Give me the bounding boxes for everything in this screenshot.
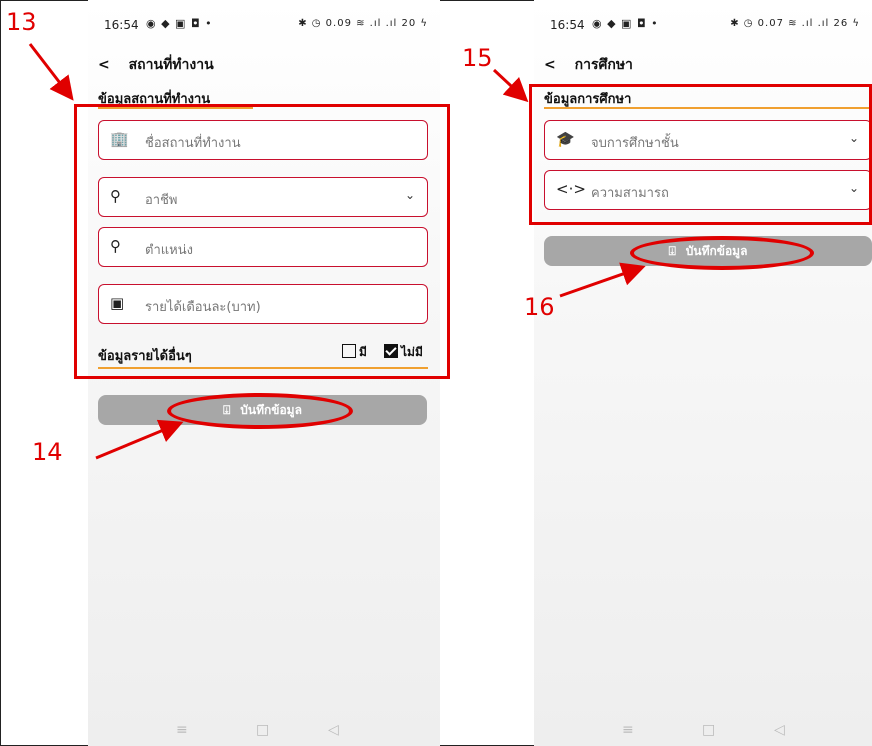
annotation-number-15: 15 (462, 44, 493, 72)
notification-icons: ◉ ◆ ▣ ◘ • (146, 17, 213, 30)
back-icon[interactable]: < (544, 57, 556, 73)
status-bar: 16:54 ◉ ◆ ▣ ◘ • ✱ ◷ 0.09 ≋ .ıl .ıl 20 ϟ (88, 17, 440, 35)
menu-icon[interactable]: ≡ (622, 722, 634, 738)
annotation-ellipse-16 (630, 236, 814, 270)
menu-icon[interactable]: ≡ (176, 722, 188, 738)
page-header: < สถานที่ทำงาน (98, 54, 214, 76)
system-status-icons: ✱ ◷ 0.09 ≋ .ıl .ıl 20 ϟ (298, 18, 428, 29)
status-bar: 16:54 ◉ ◆ ▣ ◘ • ✱ ◷ 0.07 ≋ .ıl .ıl 26 ϟ (534, 17, 872, 35)
page-header: < การศึกษา (544, 54, 633, 76)
back-icon[interactable]: < (98, 57, 110, 73)
status-time: 16:54 (104, 18, 139, 32)
status-time: 16:54 (550, 18, 585, 32)
annotation-ellipse-14 (167, 393, 353, 429)
annotation-number-16: 16 (524, 293, 555, 321)
annotation-number-14: 14 (32, 438, 63, 466)
home-icon[interactable]: □ (256, 722, 269, 738)
back-nav-icon[interactable]: ◁ (774, 722, 785, 738)
back-nav-icon[interactable]: ◁ (328, 722, 339, 738)
system-status-icons: ✱ ◷ 0.07 ≋ .ıl .ıl 26 ϟ (730, 18, 860, 29)
annotation-number-13: 13 (6, 8, 37, 36)
annotation-box-15 (529, 84, 872, 225)
page-title: สถานที่ทำงาน (128, 57, 214, 73)
home-icon[interactable]: □ (702, 722, 715, 738)
android-nav-bar: ≡ □ ◁ (534, 722, 872, 742)
annotation-box-13 (74, 104, 450, 379)
page-title: การศึกษา (574, 57, 633, 73)
notification-icons: ◉ ◆ ▣ ◘ • (592, 17, 659, 30)
android-nav-bar: ≡ □ ◁ (88, 722, 440, 742)
